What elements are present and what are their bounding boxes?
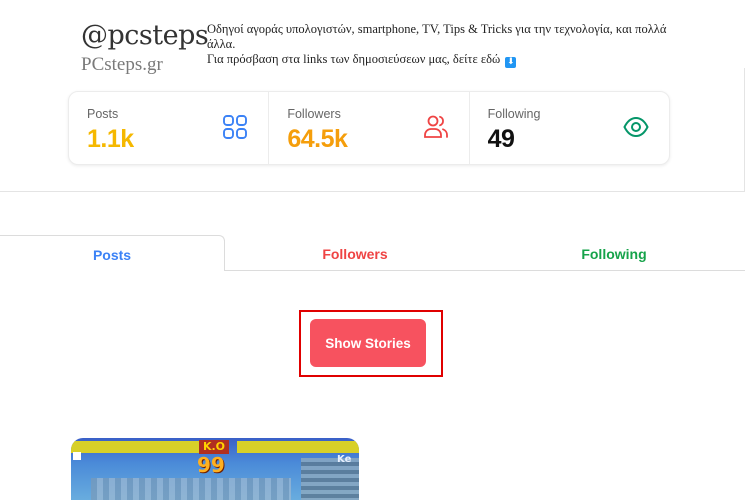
thumbnail-building <box>91 478 291 500</box>
grid-icon <box>223 115 248 139</box>
bio-line-2: Για πρόσβαση στα links των δημοσιεύσεων … <box>207 52 677 68</box>
tab-followers[interactable]: Followers <box>226 235 484 271</box>
stat-followers-value: 64.5k <box>287 125 348 153</box>
show-stories-button[interactable]: Show Stories <box>310 319 426 367</box>
bio-line-1: Οδηγοί αγοράς υπολογιστών, smartphone, T… <box>207 22 667 51</box>
player-marker-icon <box>73 452 81 460</box>
stats-card: Posts 1.1k Followers 64.5k Following 49 <box>68 91 670 165</box>
stat-posts-value: 1.1k <box>87 125 134 153</box>
profile-tabs: Posts Followers Following <box>0 235 745 271</box>
health-bar-right <box>237 441 359 453</box>
profile-bio: Οδηγοί αγοράς υπολογιστών, smartphone, T… <box>207 22 677 68</box>
stat-following[interactable]: Following 49 <box>470 92 669 164</box>
profile-page: @pcsteps PCsteps.gr Οδηγοί αγοράς υπολογ… <box>0 0 750 500</box>
stat-posts[interactable]: Posts 1.1k <box>69 92 270 164</box>
tab-following[interactable]: Following <box>484 235 744 271</box>
tab-posts[interactable]: Posts <box>0 235 225 271</box>
health-bar-left <box>71 441 199 453</box>
round-timer: 99 <box>197 453 225 477</box>
profile-full-name: PCsteps.gr <box>81 54 163 75</box>
stat-posts-label: Posts <box>87 107 119 121</box>
profile-username: @pcsteps <box>81 20 209 51</box>
stat-followers-label: Followers <box>287 107 341 121</box>
stat-followers[interactable]: Followers 64.5k <box>269 92 470 164</box>
player-tag: Ke <box>337 454 352 465</box>
stat-following-label: Following <box>487 107 541 121</box>
down-arrow-icon: ⬇ <box>505 57 517 68</box>
ko-label: K.O <box>199 440 229 454</box>
post-thumbnail[interactable]: K.O 99 Ke <box>71 438 359 500</box>
stat-following-value: 49 <box>487 125 515 153</box>
bio-line-2-text: Για πρόσβαση στα links των δημοσιεύσεων … <box>207 52 501 66</box>
eye-icon <box>623 116 649 138</box>
users-icon <box>423 115 448 138</box>
section-divider <box>0 191 745 192</box>
header-right-rule <box>744 68 745 192</box>
